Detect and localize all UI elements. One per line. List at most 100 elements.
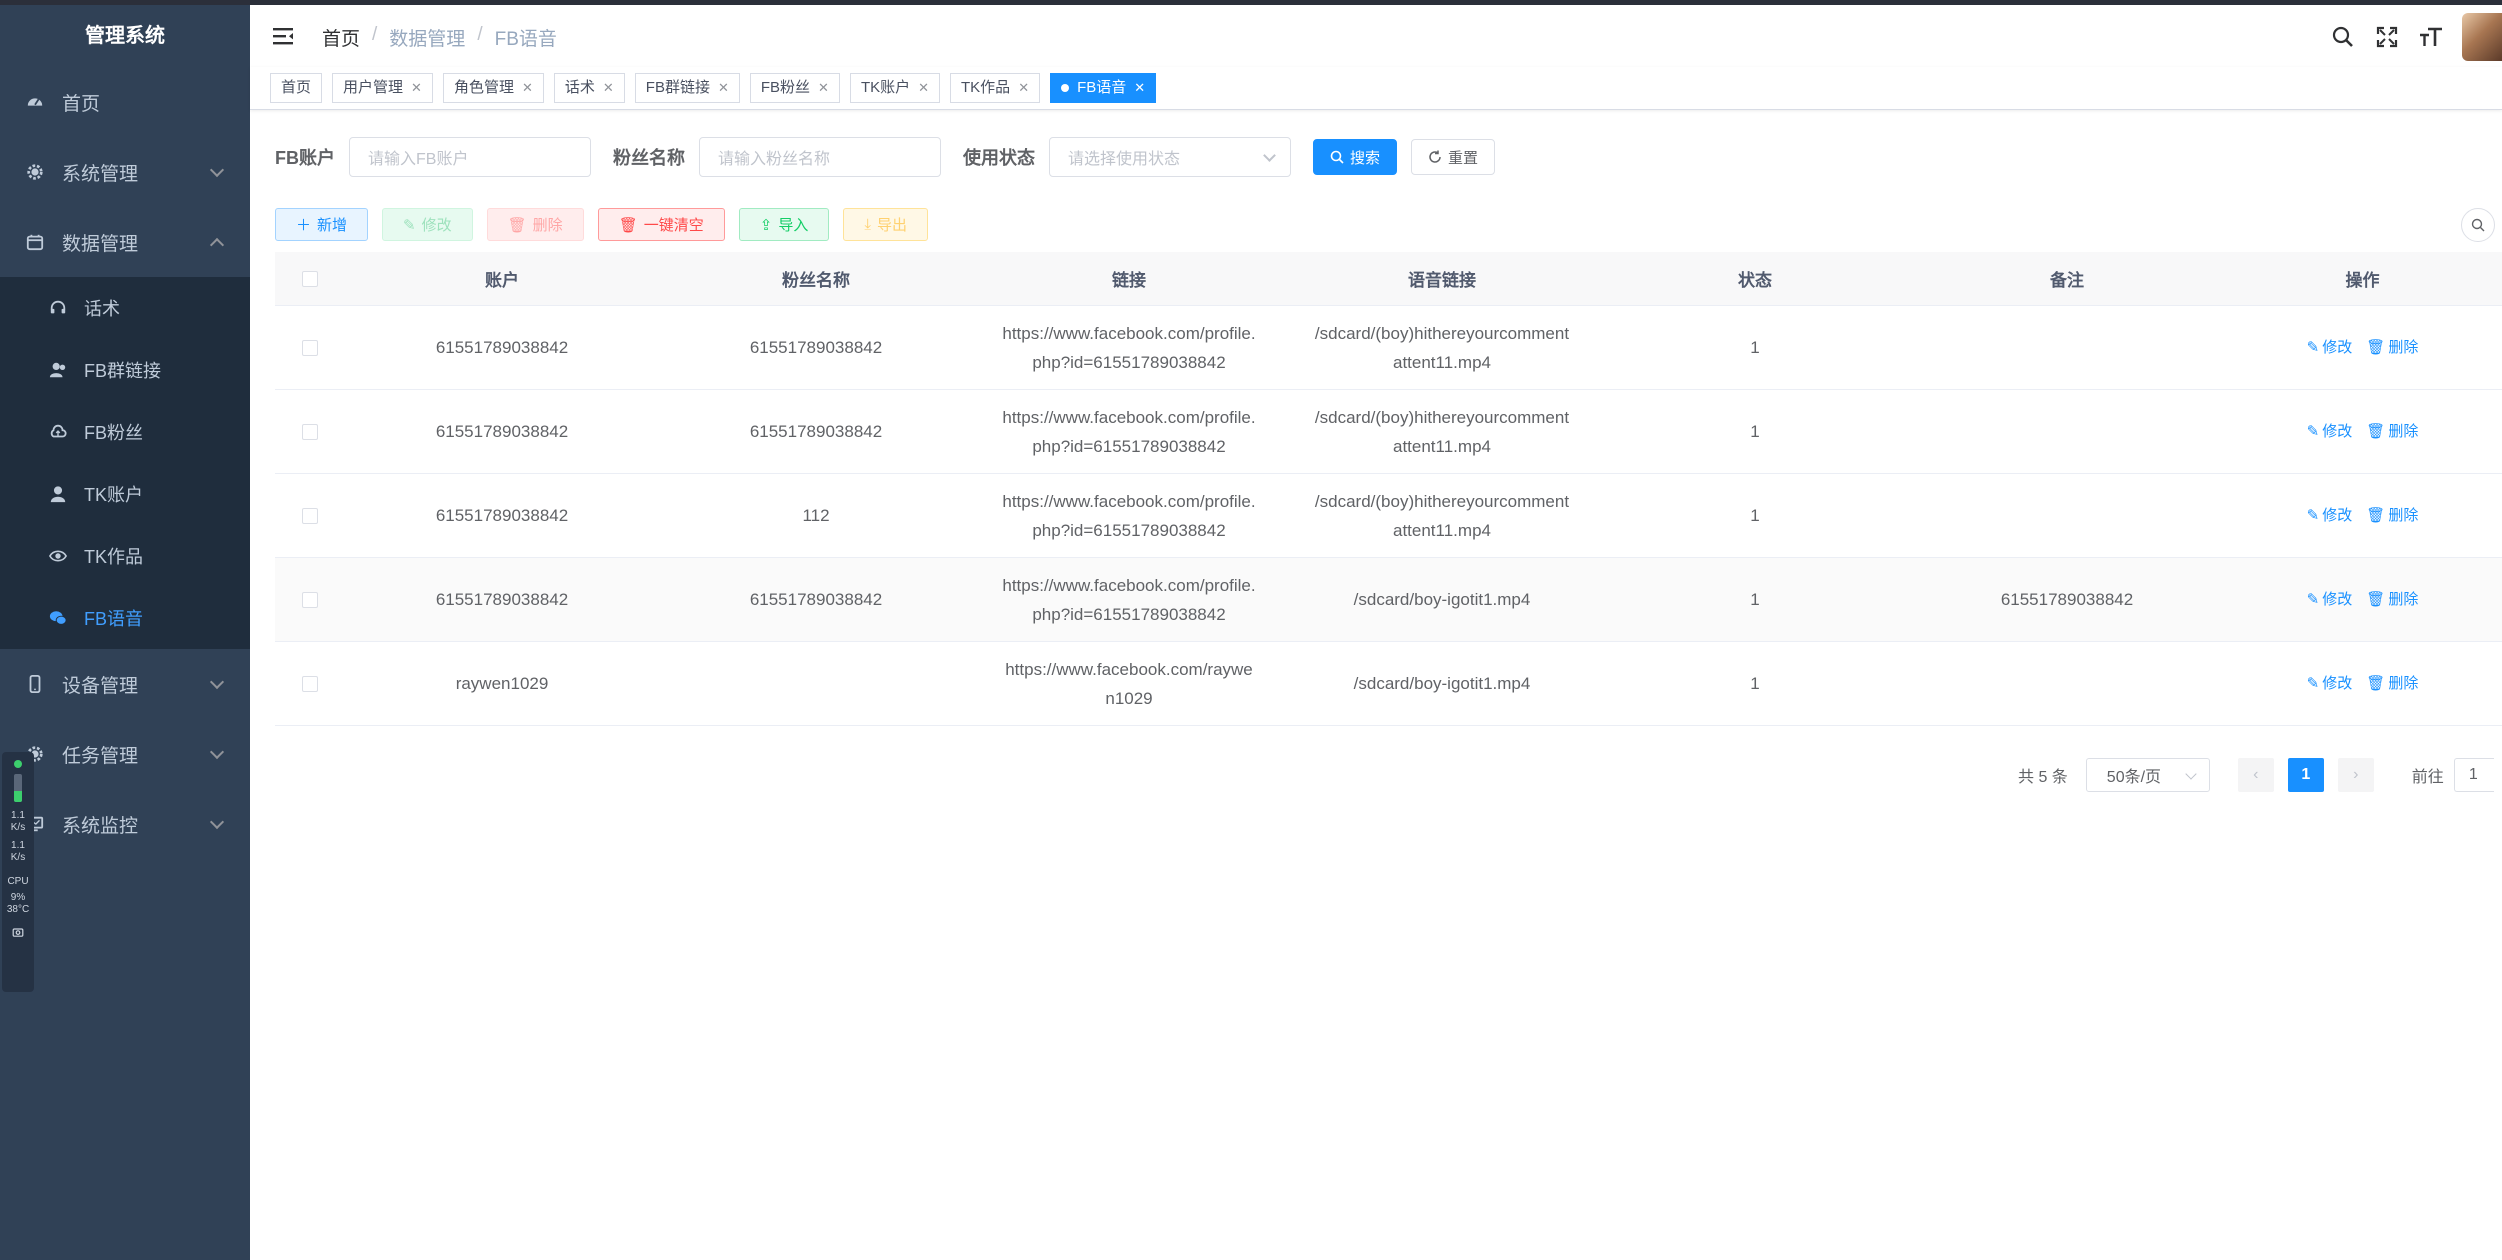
tab-user-management[interactable]: 用户管理 ✕ xyxy=(332,73,433,103)
trash-icon: 🗑 xyxy=(2366,591,2386,608)
breadcrumb-item-home[interactable]: 首页 xyxy=(322,24,360,51)
sidebar-item-tk-account[interactable]: TK账户 xyxy=(0,463,250,525)
chevron-down-icon xyxy=(209,674,225,690)
row-delete-button[interactable]: 🗑 删除 xyxy=(2366,669,2418,698)
edit-button[interactable]: ✎ 修改 xyxy=(382,208,473,241)
row-checkbox[interactable] xyxy=(302,339,318,356)
tab-fb-voice[interactable]: FB语音 ✕ xyxy=(1050,73,1157,103)
sidebar-item-script[interactable]: 话术 xyxy=(0,277,250,339)
column-header: 链接 xyxy=(1112,271,1146,290)
tab-role-management[interactable]: 角色管理 ✕ xyxy=(442,73,544,103)
cell-link: https://www.facebook.com/profile.php?id=… xyxy=(1002,575,1256,624)
search-button[interactable]: 搜索 xyxy=(1313,139,1398,175)
close-icon[interactable]: ✕ xyxy=(411,74,422,102)
clear-all-button[interactable]: 🗑 一键清空 xyxy=(597,208,725,241)
status-select[interactable]: 请选择使用状态 xyxy=(1049,137,1291,177)
row-edit-button[interactable]: ✎ 修改 xyxy=(2307,417,2353,446)
cell-voice-link: /sdcard/boy-igotit1.mp4 xyxy=(1353,674,1531,693)
search-form: FB账户 请输入FB账户 粉丝名称 请输入粉丝名称 使用状态 请选择使用状态 搜… xyxy=(275,137,1496,177)
page-number[interactable]: 1 xyxy=(2287,758,2324,792)
select-all-checkbox[interactable] xyxy=(302,270,318,287)
sidebar-item-home[interactable]: 首页 xyxy=(0,67,250,137)
upload-speed: 1.1 xyxy=(11,810,25,821)
export-button[interactable]: ⤓ 导出 xyxy=(843,208,928,241)
row-edit-button[interactable]: ✎ 修改 xyxy=(2307,501,2353,530)
toggle-search-button[interactable] xyxy=(2461,208,2495,242)
sidebar-item-monitor[interactable]: 系统监控 xyxy=(0,789,250,859)
sidebar-item-label: 设备管理 xyxy=(62,675,139,697)
cell-remark: 61551789038842 xyxy=(2000,590,2134,609)
close-icon[interactable]: ✕ xyxy=(603,74,614,102)
avatar[interactable] xyxy=(2462,13,2502,61)
cell-voice-link: /sdcard/(boy)hithereyourcommentattent11.… xyxy=(1314,491,1570,540)
font-size-icon[interactable] xyxy=(2418,24,2444,50)
row-edit-button[interactable]: ✎ 修改 xyxy=(2307,585,2353,614)
sidebar-item-label: 任务管理 xyxy=(62,745,139,767)
tab-tk-account[interactable]: TK账户 ✕ xyxy=(849,73,941,103)
search-icon[interactable] xyxy=(2330,24,2356,50)
account-input[interactable]: 请输入FB账户 xyxy=(349,137,591,177)
next-page-button[interactable]: › xyxy=(2337,758,2374,792)
row-checkbox[interactable] xyxy=(302,423,318,440)
row-edit-button[interactable]: ✎ 修改 xyxy=(2307,669,2353,698)
table-row: 61551789038842 112 https://www.facebook.… xyxy=(275,474,2502,558)
fullscreen-icon[interactable] xyxy=(2374,24,2400,50)
row-checkbox[interactable] xyxy=(302,507,318,524)
reset-button[interactable]: 重置 xyxy=(1411,139,1496,175)
trash-icon: 🗑 xyxy=(2366,507,2386,524)
navbar-right xyxy=(2330,13,2502,61)
camera-icon[interactable] xyxy=(2,926,34,942)
sidebar-item-system[interactable]: 系统管理 xyxy=(0,137,250,207)
close-icon[interactable]: ✕ xyxy=(918,74,929,102)
download-unit: K/s xyxy=(10,852,26,863)
row-delete-button[interactable]: 🗑 删除 xyxy=(2366,585,2418,614)
page-size-select[interactable]: 50条/页 xyxy=(2085,758,2210,792)
headset-icon xyxy=(48,298,68,318)
sidebar-item-fb-group[interactable]: FB群链接 xyxy=(0,339,250,401)
close-icon[interactable]: ✕ xyxy=(1018,74,1029,102)
row-delete-button[interactable]: 🗑 删除 xyxy=(2366,333,2418,362)
row-edit-button[interactable]: ✎ 修改 xyxy=(2307,333,2353,362)
column-header: 操作 xyxy=(2345,271,2380,290)
row-delete-button[interactable]: 🗑 删除 xyxy=(2366,501,2418,530)
system-monitor-widget[interactable]: 1.1 K/s 1.1 K/s CPU 9% 38°C xyxy=(2,752,34,992)
column-header: 语音链接 xyxy=(1408,271,1476,290)
sidebar-item-label: 首页 xyxy=(62,93,101,115)
cell-status: 1 xyxy=(1750,674,1760,693)
row-delete-button[interactable]: 🗑 删除 xyxy=(2366,417,2418,446)
tab-home[interactable]: 首页 xyxy=(270,73,323,103)
tab-script[interactable]: 话术 ✕ xyxy=(553,73,625,103)
sidebar-item-data[interactable]: 数据管理 xyxy=(0,207,250,277)
row-checkbox[interactable] xyxy=(302,591,318,608)
goto-input[interactable]: 1 xyxy=(2453,758,2494,792)
close-icon[interactable]: ✕ xyxy=(718,74,729,102)
sidebar-item-label: FB语音 xyxy=(84,609,144,629)
tab-tk-works[interactable]: TK作品 ✕ xyxy=(950,73,1041,103)
hamburger-icon[interactable] xyxy=(272,25,294,47)
sidebar-item-device[interactable]: 设备管理 xyxy=(0,649,250,719)
add-button[interactable]: ＋新增 xyxy=(275,208,369,241)
sidebar-item-fb-voice[interactable]: FB语音 xyxy=(0,587,250,649)
cell-account: 61551789038842 xyxy=(435,422,569,441)
import-button[interactable]: ⇪ 导入 xyxy=(738,208,830,241)
goto-page: 前往 1 xyxy=(2412,758,2494,792)
fan-name-input[interactable]: 请输入粉丝名称 xyxy=(699,137,941,177)
cell-voice-link: /sdcard/(boy)hithereyourcommentattent11.… xyxy=(1314,323,1570,372)
sidebar-item-task[interactable]: 任务管理 xyxy=(0,719,250,789)
sidebar-item-fb-fans[interactable]: FB粉丝 xyxy=(0,401,250,463)
close-icon[interactable]: ✕ xyxy=(818,74,829,102)
row-checkbox[interactable] xyxy=(302,675,318,692)
cell-status: 1 xyxy=(1750,422,1760,441)
delete-button[interactable]: 🗑 删除 xyxy=(486,208,584,241)
tab-fb-group[interactable]: FB群链接 ✕ xyxy=(634,73,740,103)
cell-link: https://www.facebook.com/raywen1029 xyxy=(1005,659,1253,708)
breadcrumb-separator: / xyxy=(477,24,483,45)
tab-fb-fans[interactable]: FB粉丝 ✕ xyxy=(749,73,840,103)
sidebar-item-tk-works[interactable]: TK作品 xyxy=(0,525,250,587)
edit-icon: ✎ xyxy=(2306,423,2320,440)
cell-link: https://www.facebook.com/profile.php?id=… xyxy=(1002,407,1256,456)
edit-icon: ✎ xyxy=(2306,675,2320,692)
close-icon[interactable]: ✕ xyxy=(522,74,533,102)
close-icon[interactable]: ✕ xyxy=(1134,74,1145,102)
prev-page-button[interactable]: ‹ xyxy=(2237,758,2274,792)
